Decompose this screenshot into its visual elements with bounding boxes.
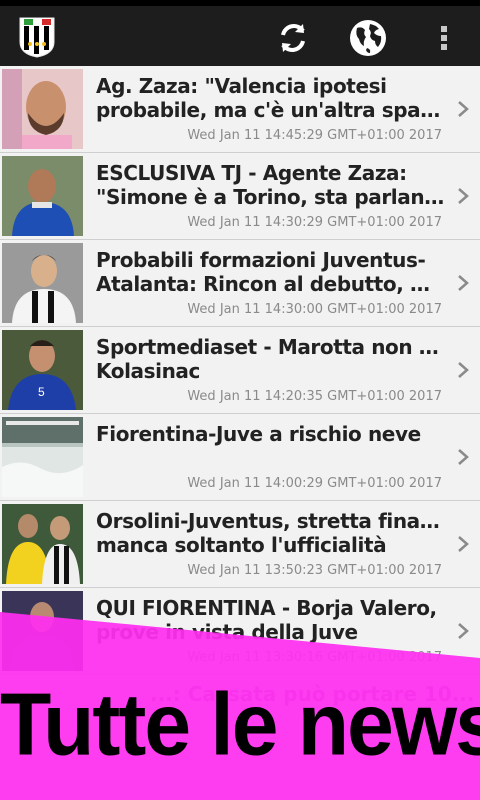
news-list: Ag. Zaza: "Valencia ipotesi probabile, m…: [0, 66, 480, 675]
news-title: ESCLUSIVA TJ - Agente Zaza: "Simone è a …: [96, 161, 446, 209]
news-item[interactable]: 5 Sportmediaset - Marotta non molla Kola…: [0, 327, 480, 414]
news-thumbnail: [2, 504, 83, 584]
news-thumbnail: [2, 417, 83, 497]
news-item[interactable]: Ag. Zaza: "Valencia ipotesi probabile, m…: [0, 66, 480, 153]
chevron-right-icon: [458, 101, 469, 117]
news-title: Sportmediaset - Marotta non molla Kolasi…: [96, 335, 446, 383]
app-bar: [0, 6, 480, 66]
juventus-logo-icon[interactable]: [18, 16, 56, 58]
chevron-right-icon: [458, 362, 469, 378]
news-thumbnail: [2, 156, 83, 236]
chevron-right-icon: [458, 623, 469, 639]
news-title: Probabili formazioni Juventus- Atalanta:…: [96, 248, 446, 296]
more-vert-icon[interactable]: [424, 18, 464, 58]
news-item[interactable]: Fiorentina-Juve a rischio neve Wed Jan 1…: [0, 414, 480, 501]
chevron-right-icon: [458, 275, 469, 291]
news-title: Fiorentina-Juve a rischio neve: [96, 422, 421, 446]
news-thumbnail: [2, 69, 83, 149]
refresh-icon[interactable]: [273, 18, 313, 58]
news-thumbnail: [2, 591, 83, 671]
news-date: Wed Jan 11 14:30:29 GMT+01:00 2017: [187, 215, 442, 230]
news-thumbnail: 5: [2, 330, 83, 410]
chevron-right-icon: [458, 536, 469, 552]
news-date: Wed Jan 11 14:00:29 GMT+01:00 2017: [187, 476, 442, 491]
news-item[interactable]: Probabili formazioni Juventus- Atalanta:…: [0, 240, 480, 327]
news-title: QUI FIORENTINA - Borja Valero, prove in …: [96, 596, 437, 644]
news-thumbnail: [2, 243, 83, 323]
chevron-right-icon: [458, 188, 469, 204]
news-date: Wed Jan 11 13:50:23 GMT+01:00 2017: [187, 563, 442, 578]
news-date: Wed Jan 11 14:30:00 GMT+01:00 2017: [187, 302, 442, 317]
news-item[interactable]: QUI FIORENTINA - Borja Valero, prove in …: [0, 588, 480, 675]
svg-text:5: 5: [38, 385, 45, 399]
news-title: Ag. Zaza: "Valencia ipotesi probabile, m…: [96, 74, 446, 122]
news-item[interactable]: ESCLUSIVA TJ - Agente Zaza: "Simone è a …: [0, 153, 480, 240]
chevron-right-icon: [458, 449, 469, 465]
globe-icon[interactable]: [348, 18, 388, 58]
news-date: Wed Jan 11 13:30:16 GMT+01:00 2017: [187, 650, 442, 665]
news-item[interactable]: Orsolini-Juventus, stretta finale: manca…: [0, 501, 480, 588]
promo-banner-text: Tutte le news: [0, 674, 480, 774]
news-date: Wed Jan 11 14:20:35 GMT+01:00 2017: [187, 389, 442, 404]
news-title: Orsolini-Juventus, stretta finale: manca…: [96, 509, 446, 557]
news-date: Wed Jan 11 14:45:29 GMT+01:00 2017: [187, 128, 442, 143]
